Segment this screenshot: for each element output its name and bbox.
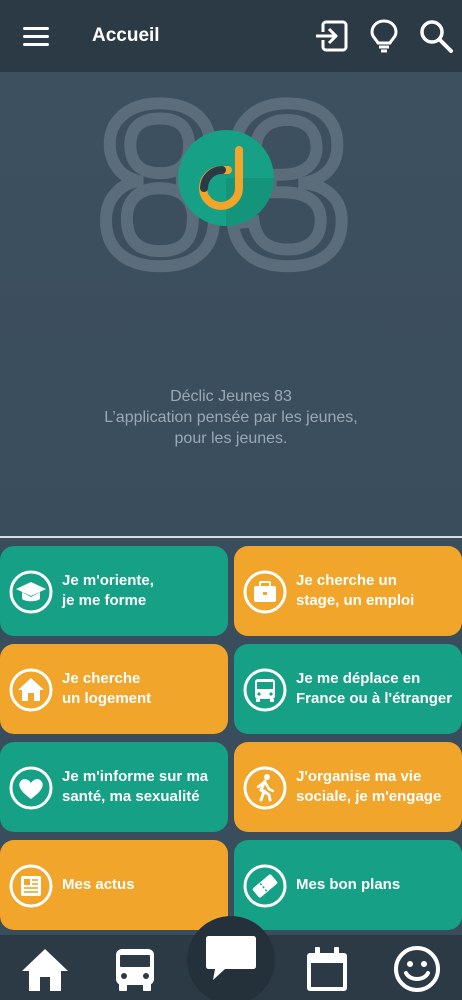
page-title: Accueil [92, 25, 160, 46]
chat-button[interactable] [187, 916, 275, 1000]
tile-label-line1: Mes bon plans [296, 876, 401, 893]
home-icon[interactable] [20, 945, 70, 993]
top-app-bar: Accueil [0, 0, 462, 72]
tile-sante[interactable]: Je m'informe sur ma santé, ma sexualité [0, 742, 228, 832]
chat-icon [206, 936, 256, 980]
tagline-line-3: pour les jeunes. [174, 430, 288, 447]
tile-emploi[interactable]: Je cherche un stage, un emploi [234, 546, 462, 636]
divider [0, 536, 462, 538]
lightbulb-icon[interactable] [366, 18, 402, 54]
tile-label-line1: Je cherche un [296, 572, 397, 589]
tagline-line-2: L’application pensée par les jeunes, [104, 409, 358, 426]
tile-label-line1: J'organise ma vie [296, 768, 422, 785]
walking-person-icon [243, 766, 287, 810]
tile-vie-sociale[interactable]: J'organise ma vie sociale, je m'engage [234, 742, 462, 832]
bus-icon[interactable] [110, 945, 160, 993]
tile-label-line2: un logement [62, 690, 152, 707]
tagline: Déclic Jeunes 83 L’application pensée pa… [0, 386, 462, 449]
tile-label-line2: je me forme [62, 592, 147, 609]
tile-label-line2: sociale, je m'engage [296, 788, 442, 805]
newspaper-icon [9, 864, 53, 908]
calendar-icon[interactable] [302, 945, 352, 993]
ticket-icon [243, 864, 287, 908]
tile-deplacement[interactable]: Je me déplace en France ou à l'étranger [234, 644, 462, 734]
briefcase-icon [243, 570, 287, 614]
app-logo [178, 130, 274, 226]
smiley-icon[interactable] [392, 945, 442, 993]
tile-mes-actus[interactable]: Mes actus [0, 840, 228, 930]
tile-label-line2: santé, ma sexualité [62, 788, 200, 805]
bus-icon [243, 668, 287, 712]
menu-icon[interactable] [20, 22, 52, 50]
heart-icon [9, 766, 53, 810]
hero-banner: 83 Déclic Jeunes 83 L’application pensée… [0, 72, 462, 536]
tile-label-line1: Je m'oriente, [62, 572, 154, 589]
search-icon[interactable] [418, 18, 454, 54]
graduation-cap-icon [9, 570, 53, 614]
tile-logement[interactable]: Je cherche un logement [0, 644, 228, 734]
tile-label-line1: Je m'informe sur ma [62, 768, 209, 785]
tile-label-line1: Je me déplace en [296, 670, 421, 687]
login-icon[interactable] [314, 18, 350, 54]
tile-label-line2: stage, un emploi [296, 592, 415, 609]
tile-label-line1: Mes actus [62, 876, 135, 893]
tile-bon-plans[interactable]: Mes bon plans [234, 840, 462, 930]
tile-orientation[interactable]: Je m'oriente, je me forme [0, 546, 228, 636]
tile-label-line1: Je cherche [62, 670, 141, 687]
house-icon [9, 668, 53, 712]
tile-label-line2: France ou à l'étranger [296, 690, 453, 707]
tagline-app-name: Déclic Jeunes 83 [170, 388, 292, 405]
